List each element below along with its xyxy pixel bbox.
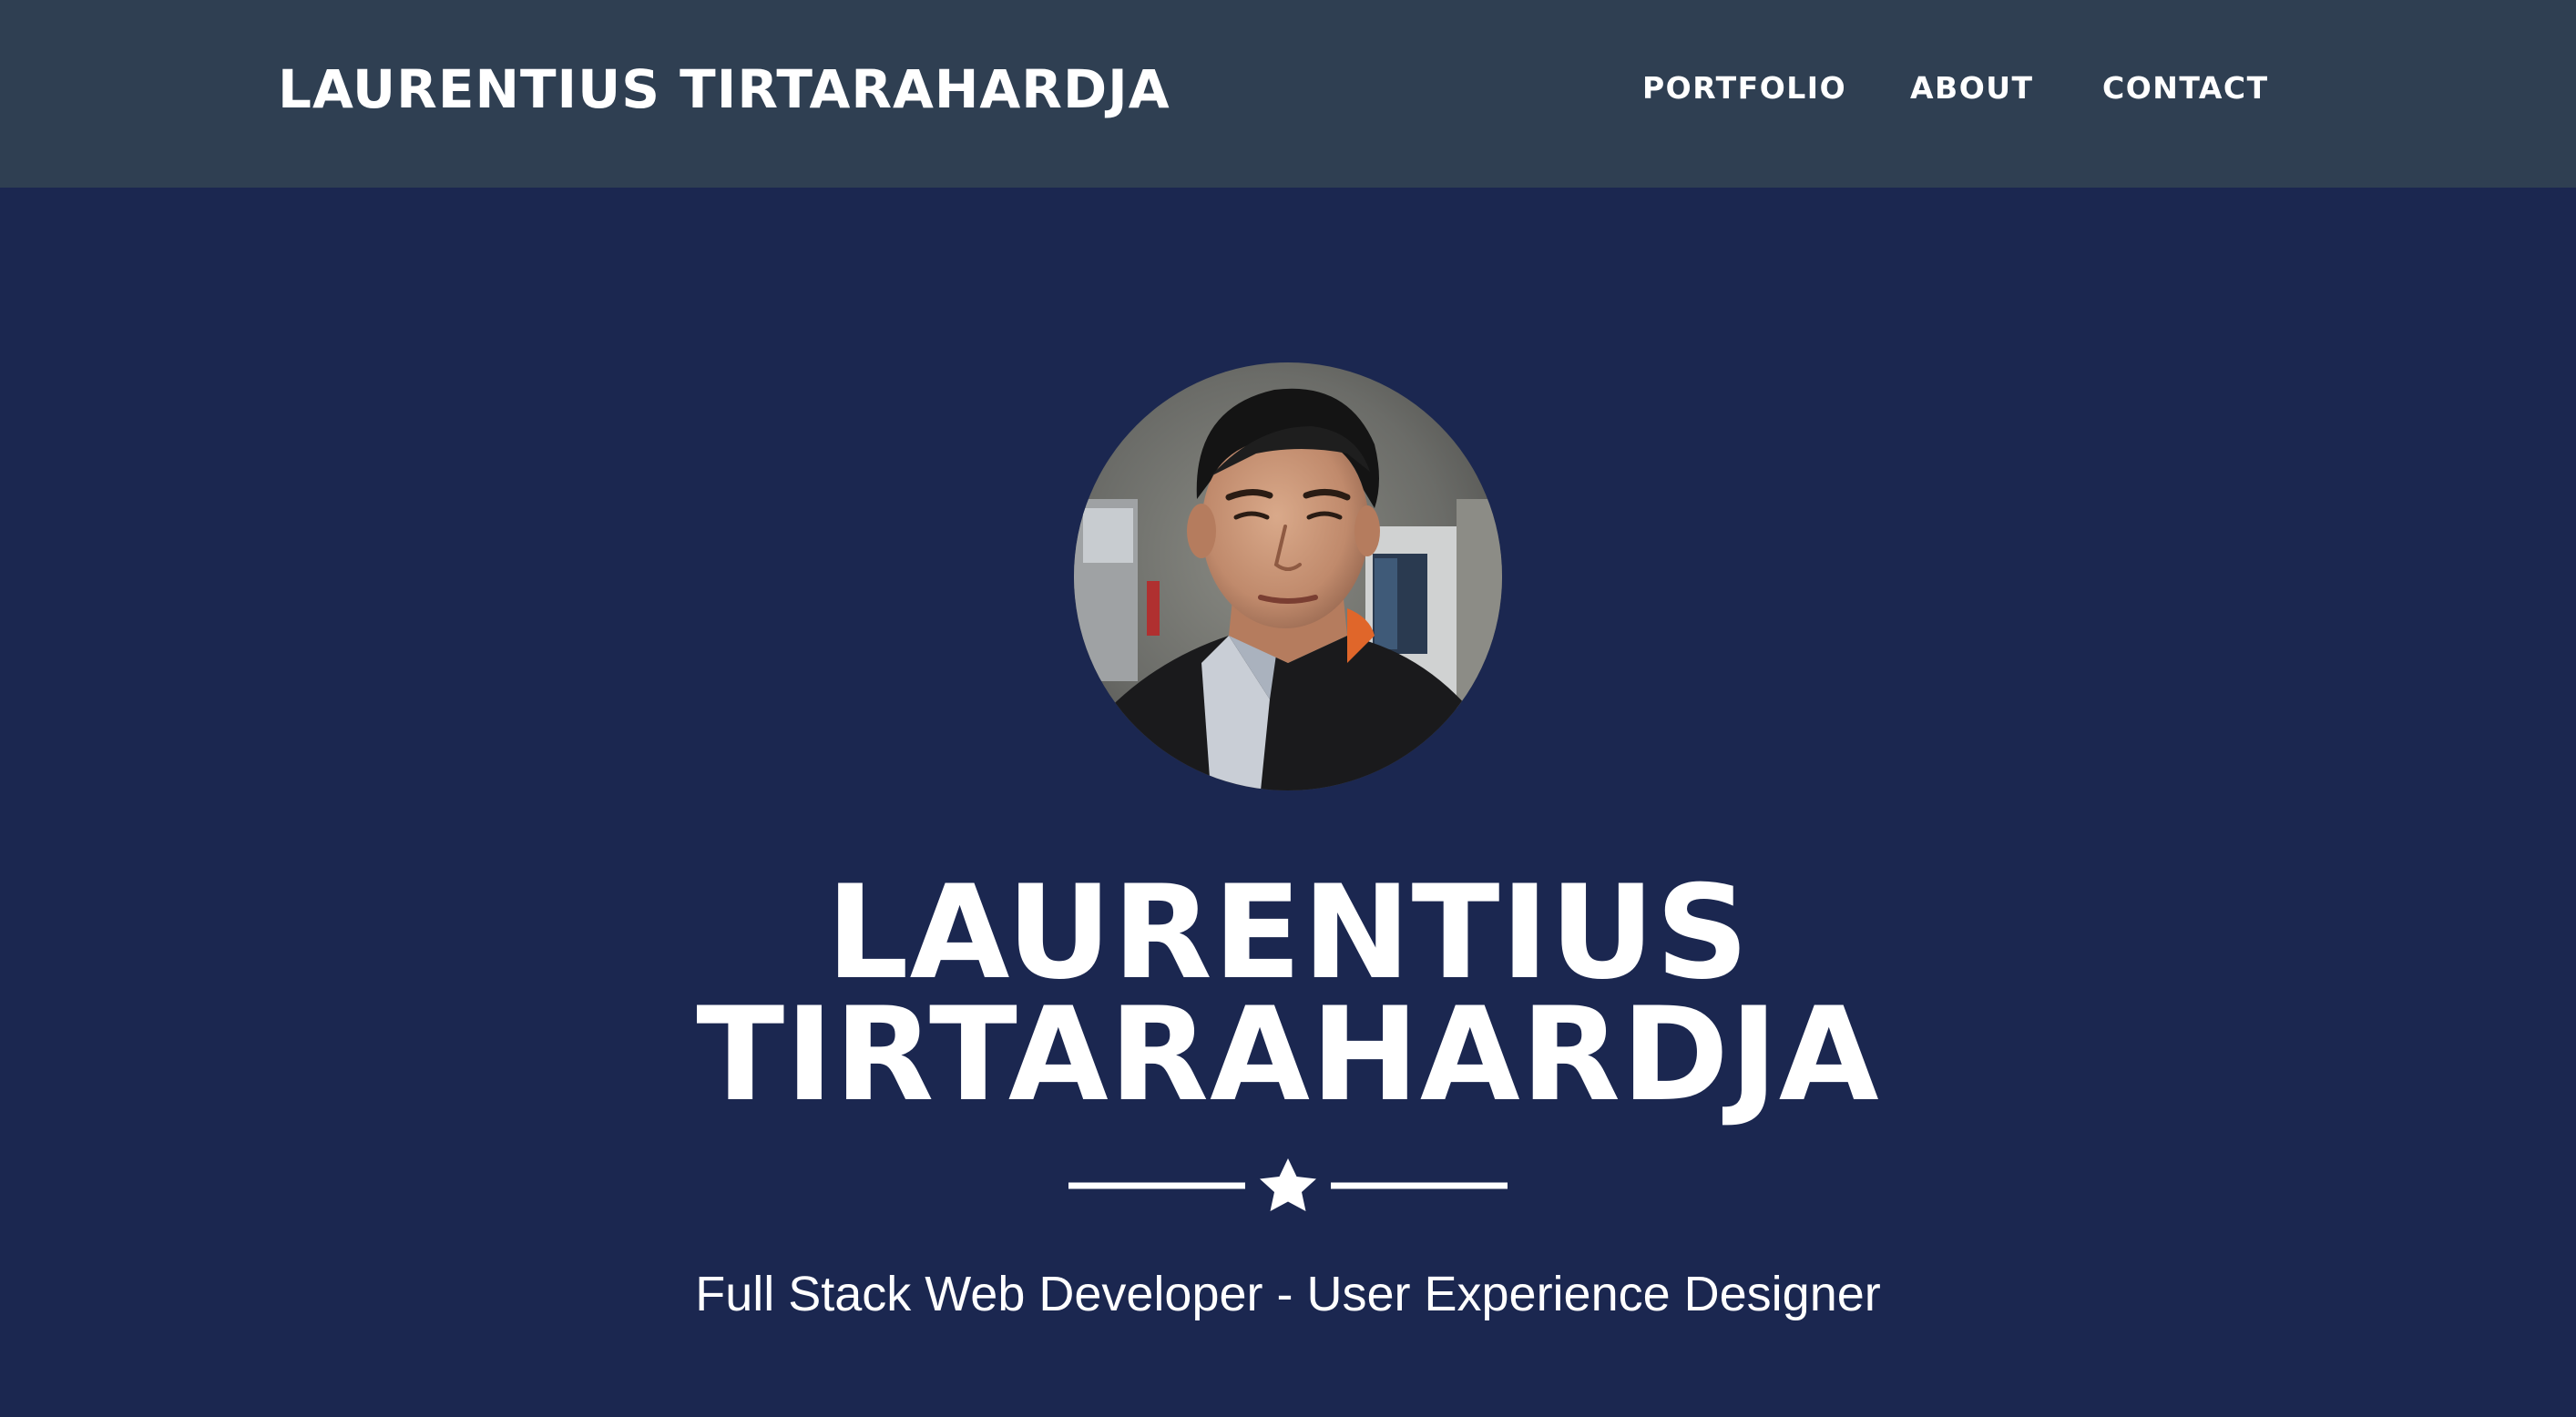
star-divider (1068, 1153, 1508, 1218)
navbar: LAURENTIUS TIRTARAHARDJA PORTFOLIO ABOUT… (0, 0, 2576, 188)
brand-link[interactable]: LAURENTIUS TIRTARAHARDJA (278, 53, 1170, 126)
profile-photo (1074, 362, 1502, 790)
hero-subtitle: Full Stack Web Developer - User Experien… (695, 1267, 1881, 1321)
hero-title-line-2: TIRTARAHARDJA (696, 980, 1880, 1130)
hero-title: LAURENTIUS TIRTARAHARDJA (0, 869, 2576, 1120)
profile-photo-avatar (1074, 362, 1502, 790)
star-icon (1260, 1158, 1316, 1211)
nav-contact-link[interactable]: CONTACT (2102, 67, 2269, 109)
nav-about-link[interactable]: ABOUT (1910, 67, 2034, 109)
nav-portfolio-link[interactable]: PORTFOLIO (1642, 67, 1846, 109)
